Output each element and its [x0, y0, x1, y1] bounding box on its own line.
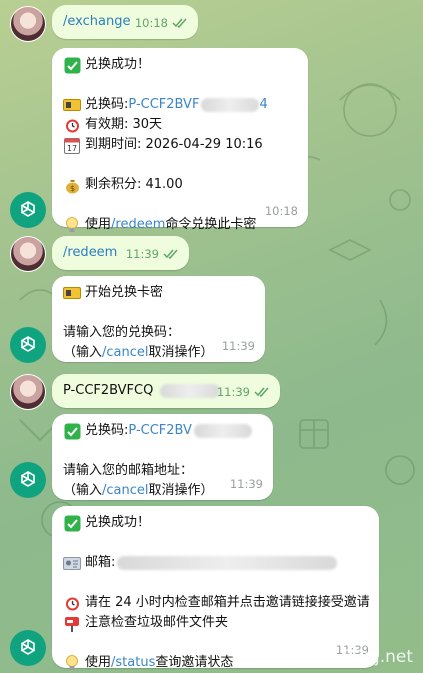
id-card-icon	[63, 554, 81, 572]
message-text[interactable]: /redeem	[63, 245, 117, 260]
redeem-code[interactable]: P-CCF2BV	[128, 421, 192, 441]
redacted-email	[117, 556, 338, 570]
light-bulb-icon	[63, 216, 81, 234]
message-text[interactable]: /exchange	[63, 14, 130, 29]
start-line: 开始兑换卡密	[63, 283, 255, 303]
check-box-icon	[63, 422, 81, 440]
alarm-clock-icon	[63, 116, 81, 134]
openai-logo-icon	[21, 201, 35, 217]
user-avatar[interactable]	[10, 6, 46, 42]
ticket-icon	[63, 96, 81, 114]
message-time: 11:39	[126, 244, 179, 264]
openai-logo-icon	[21, 639, 35, 655]
message-bubble[interactable]: /redeem 11:39	[52, 236, 189, 270]
success-line: 兑换成功！	[63, 55, 298, 75]
double-check-icon	[172, 18, 187, 28]
openai-logo-icon	[21, 336, 35, 352]
redeem-code[interactable]: P-CCF2BVF	[128, 95, 199, 115]
user-avatar[interactable]	[10, 374, 46, 410]
bot-avatar[interactable]	[10, 462, 46, 498]
money-bag-icon: $	[63, 176, 81, 194]
validity-line: 有效期: 30天	[63, 115, 298, 135]
message-bubble[interactable]: 开始兑换卡密 请输入您的兑换码： （输入 /cancel 取消操作） 11:39	[52, 276, 265, 362]
user-avatar[interactable]	[10, 236, 46, 272]
message-bubble[interactable]: /exchange 10:18	[52, 5, 198, 39]
svg-text:$: $	[69, 184, 74, 193]
message-bubble[interactable]: 兑换成功！ 兑换码: P-CCF2BVF 4 有效期: 30天 17 到期时间:…	[52, 48, 308, 232]
bot-avatar[interactable]	[10, 192, 46, 228]
check-box-icon	[63, 514, 81, 532]
redacted-code	[201, 98, 260, 112]
check-box-icon	[63, 56, 81, 74]
alarm-clock-icon	[63, 594, 81, 612]
mailbox-icon	[63, 614, 81, 632]
cancel-command-link[interactable]: /cancel	[102, 481, 149, 501]
message-text[interactable]: P-CCF2BVFCQ	[63, 383, 153, 398]
message-time: 11:39	[221, 339, 255, 353]
hint-line: 使用 /redeem 命令兑换此卡密	[63, 215, 298, 235]
watermark-text: 52pj.net	[342, 647, 413, 667]
expiry-line: 17 到期时间: 2026-04-29 10:16	[63, 135, 298, 155]
message-time: 10:18	[135, 13, 188, 33]
bot-avatar[interactable]	[10, 630, 46, 666]
message-bubble[interactable]: P-CCF2BVFCQ 11:39	[52, 374, 280, 408]
calendar-icon: 17	[63, 136, 81, 154]
double-check-icon	[163, 249, 178, 259]
redacted-code	[159, 383, 220, 398]
message-time: 11:39	[217, 382, 270, 402]
cancel-command-link[interactable]: /cancel	[102, 343, 149, 363]
email-line: 邮箱:	[63, 553, 369, 573]
success-line: 兑换成功！	[63, 513, 369, 533]
spam-line: 注意检查垃圾邮件文件夹	[63, 613, 369, 633]
points-line: $ 剩余积分: 41.00	[63, 175, 298, 195]
message-time: 10:18	[264, 204, 298, 218]
light-bulb-icon	[63, 654, 81, 672]
check-line: 请在 24 小时内检查邮箱并点击邀请链接接受邀请	[63, 593, 370, 613]
message-bubble[interactable]: 兑换成功！ 邮箱: 请在 24 小时内检查邮箱并点击邀请链接接受邀请 注意检查垃…	[52, 506, 379, 670]
bot-avatar[interactable]	[10, 327, 46, 363]
redeem-command-link[interactable]: /redeem	[111, 215, 165, 235]
openai-logo-icon	[21, 471, 35, 487]
ticket-icon	[63, 284, 81, 302]
hint-line: 使用 /status 查询邀请状态	[63, 653, 369, 673]
message-time: 11:39	[229, 477, 263, 491]
message-bubble[interactable]: 兑换码: P-CCF2BV 请输入您的邮箱地址： （输入 /cancel 取消操…	[52, 414, 273, 500]
status-command-link[interactable]: /status	[111, 653, 155, 673]
double-check-icon	[254, 387, 269, 397]
redacted-code	[193, 424, 252, 438]
svg-text:17: 17	[67, 144, 77, 153]
code-line: 兑换码: P-CCF2BVF 4	[63, 95, 298, 115]
code-line: 兑换码: P-CCF2BV	[63, 421, 263, 441]
